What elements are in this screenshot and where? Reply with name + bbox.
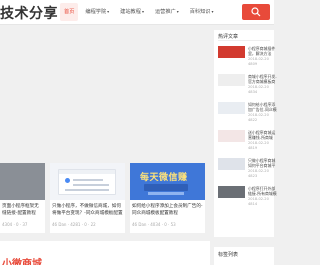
sidebar-item-meta: 2018-02-20 4819 <box>248 141 269 150</box>
nav-item-label: 编程学院 <box>85 9 107 15</box>
article-meta: 4304 · 0 · 37 <box>2 222 28 227</box>
sidebar-item-title[interactable]: 只做小程序商城如何平台商城平台-拍 <box>248 158 278 168</box>
article-card[interactable]: 每天微信赚 如何给小程序添加上会员制广告的-同众商城模板配置教程 46 Dan … <box>130 163 205 233</box>
chevron-down-icon: ▾ <box>107 9 110 14</box>
chevron-down-icon: ▾ <box>141 9 144 14</box>
search-icon <box>251 7 261 17</box>
sidebar-item-meta: 2018-02-20 4822 <box>248 113 269 122</box>
sidebar-item[interactable]: 商城小程序开发-官方商城模板商城 2018-02-20 4834 <box>218 72 277 100</box>
nav-item-label: 首页 <box>64 9 75 15</box>
sidebar-thumbnail[interactable] <box>218 158 245 170</box>
nav-item-label: 百科知识 <box>189 9 211 15</box>
article-title[interactable]: 只做小程序，不做微信商城，如何将做平台变现？-同众商城模板配置 <box>52 204 123 217</box>
sidebar-list: 小程序商城插件里，解决方法 2018-02-20 4809 商城小程序开发-官方… <box>218 44 277 212</box>
sidebar-item-title[interactable]: 小程序商城插件里，解决方法 <box>248 46 278 56</box>
mock-line <box>73 179 103 181</box>
sidebar-title: 标签列表 <box>218 252 239 258</box>
nav-item-programming[interactable]: 编程学院▾ <box>81 3 113 21</box>
chevron-down-icon: ▾ <box>176 9 179 14</box>
search-button[interactable] <box>242 4 270 20</box>
nav-item-home[interactable]: 首页 <box>60 3 79 21</box>
section-heading: 小微商城 <box>2 259 42 265</box>
sidebar-item-meta: 2018-02-20 4809 <box>248 57 269 66</box>
content-section: 小微商城 <box>0 241 210 265</box>
thumbnail-banner-text: 每天微信赚 <box>140 173 188 183</box>
sidebar-item-meta: 2018-02-20 4823 <box>248 169 269 178</box>
article-thumbnail[interactable] <box>50 163 125 200</box>
sidebar-item[interactable]: 小程序商城插件里，解决方法 2018-02-20 4809 <box>218 44 275 72</box>
article-title[interactable]: 页面小程序框架无缝链接-配置教程 <box>2 204 43 217</box>
sidebar-thumbnail[interactable] <box>218 46 245 58</box>
sidebar-tags: 标签列表 <box>214 247 274 265</box>
sidebar-item[interactable]: 只做小程序商城如何平台商城平台-拍 2018-02-20 4823 <box>218 156 275 184</box>
article-meta: 46 Dan · 4281 · 0 · 22 <box>52 222 96 227</box>
main-nav: 首页 编程学院▾ 建站教程▾ 运营推广▾ 百科知识▾ <box>60 3 218 21</box>
sidebar-item-title[interactable]: 如何给小程序添加广告位-同众模板教程 <box>248 102 278 112</box>
article-thumbnail[interactable]: 每天微信赚 <box>130 163 205 200</box>
article-card-row: 页面小程序框架无缝链接-配置教程 4304 · 0 · 37 只做小程序，不做微… <box>0 163 210 233</box>
sidebar-item-title[interactable]: 商城小程序开发-官方商城模板商城 <box>248 74 278 84</box>
nav-item-wiki[interactable]: 百科知识▾ <box>186 3 218 21</box>
nav-item-marketing[interactable]: 运营推广▾ <box>151 3 183 21</box>
site-logo[interactable]: 技术分享 <box>0 3 58 23</box>
sidebar-thumbnail[interactable] <box>218 74 245 86</box>
divider <box>218 40 270 41</box>
sidebar-thumbnail[interactable] <box>218 102 245 114</box>
sidebar-item-title[interactable]: 小程序打开外部链接-所有商城模板 <box>248 186 278 196</box>
sidebar-thumbnail[interactable] <box>218 186 245 198</box>
article-thumbnail[interactable] <box>0 163 45 200</box>
chevron-down-icon: ▾ <box>211 9 214 14</box>
sidebar-item-meta: 2018-02-20 4814 <box>248 197 269 206</box>
nav-item-site-tutorial[interactable]: 建站教程▾ <box>116 3 148 21</box>
top-nav-bar: 技术分享 首页 编程学院▾ 建站教程▾ 运营推广▾ 百科知识▾ <box>0 0 274 25</box>
nav-item-label: 建站教程 <box>120 9 141 15</box>
sidebar-thumbnail[interactable] <box>218 130 245 142</box>
article-card[interactable]: 只做小程序，不做微信商城，如何将做平台变现？-同众商城模板配置 46 Dan ·… <box>50 163 125 233</box>
article-title[interactable]: 如何给小程序添加上会员制广告的-同众商城模板配置教程 <box>132 204 203 217</box>
sidebar-item-title[interactable]: 送小程序商城运营赚钱-所商城 <box>248 130 278 140</box>
sidebar-title: 热评文章 <box>218 34 239 40</box>
thumbnail-banner-strip <box>148 192 184 195</box>
thumbnail-banner-strip <box>144 184 188 191</box>
sidebar-item[interactable]: 如何给小程序添加广告位-同众模板教程 2018-02-20 4822 <box>218 100 277 128</box>
article-card[interactable]: 页面小程序框架无缝链接-配置教程 4304 · 0 · 37 <box>0 163 45 233</box>
screenshot-mock <box>58 169 116 195</box>
mock-titlebar <box>59 170 115 174</box>
sidebar-hot-articles: 热评文章 小程序商城插件里，解决方法 2018-02-20 4809 商城小程序… <box>214 30 277 237</box>
mock-dot <box>65 178 70 183</box>
sidebar-item[interactable]: 小程序打开外部链接-所有商城模板 2018-02-20 4814 <box>218 184 277 212</box>
mock-line <box>73 184 109 186</box>
article-meta: 46 Dan · 4034 · 0 · 53 <box>132 222 176 227</box>
sidebar-item-meta: 2018-02-20 4834 <box>248 85 269 94</box>
mock-line <box>65 189 109 191</box>
nav-item-label: 运营推广 <box>154 9 176 15</box>
sidebar-item[interactable]: 送小程序商城运营赚钱-所商城 2018-02-20 4819 <box>218 128 275 156</box>
